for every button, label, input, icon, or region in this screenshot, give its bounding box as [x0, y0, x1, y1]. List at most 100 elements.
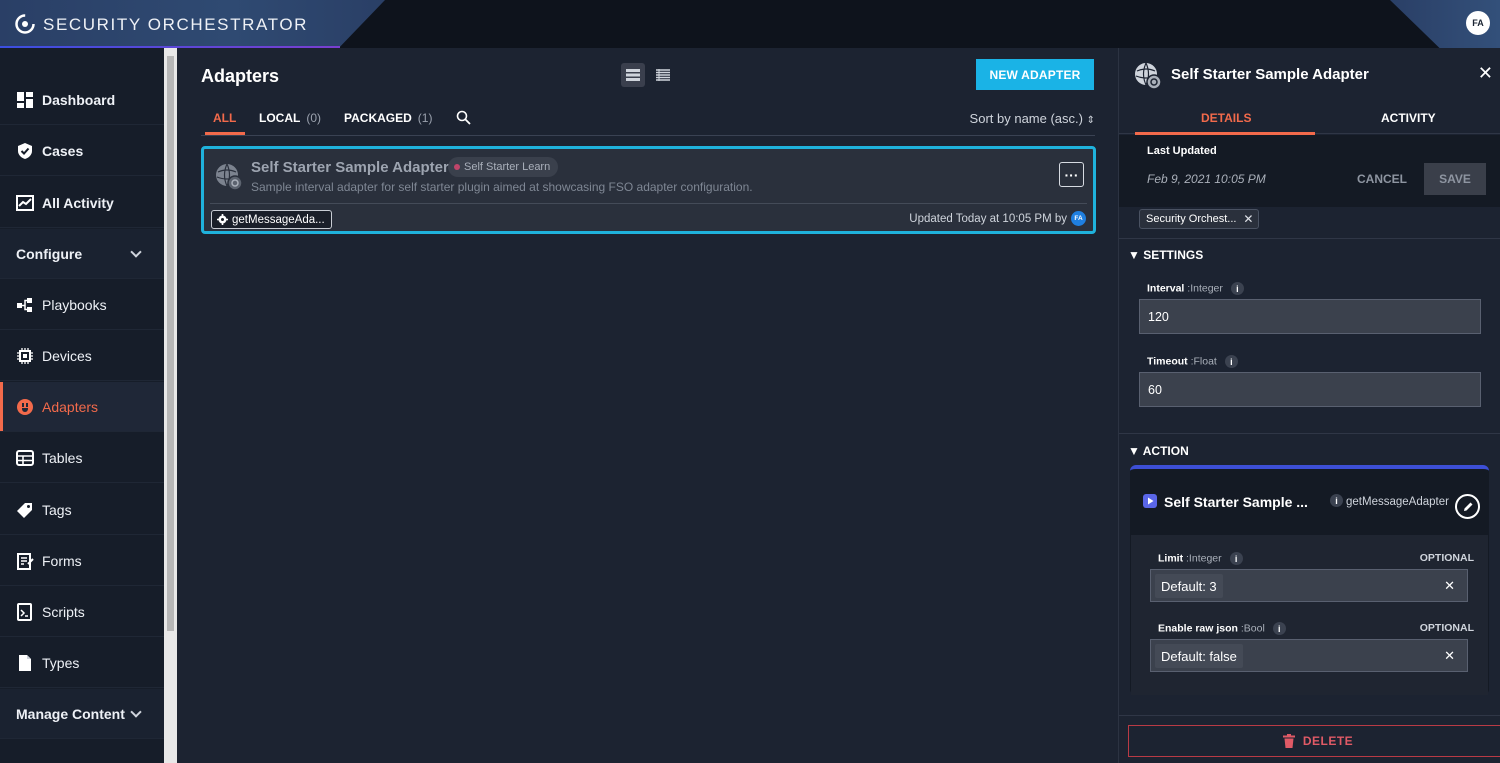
sidebar-item-label: Adapters — [42, 398, 99, 415]
sidebar-group-configure[interactable]: Configure — [0, 229, 164, 279]
sort-label: Sort by name (asc.) — [969, 111, 1083, 126]
enable-raw-json-type: :Bool — [1240, 622, 1265, 635]
interval-type: :Integer — [1187, 282, 1223, 295]
timeout-input[interactable]: 60 — [1139, 372, 1481, 407]
scrollbar-thumb[interactable] — [167, 56, 174, 631]
sidebar-item-label: Scripts — [42, 603, 85, 620]
adapter-description: Sample interval adapter for self starter… — [251, 180, 753, 194]
info-icon[interactable]: i — [1229, 552, 1243, 565]
close-icon[interactable]: ✕ — [1478, 64, 1493, 82]
clear-icon[interactable]: ✕ — [1444, 578, 1455, 594]
adapter-title[interactable]: Self Starter Sample Adapter — [251, 159, 449, 176]
tab-label: ALL — [213, 111, 237, 125]
trash-icon — [1282, 734, 1295, 748]
tab-local[interactable]: LOCAL (0) — [259, 111, 321, 125]
adapter-globe-icon — [1135, 62, 1162, 90]
section-divider — [1119, 715, 1500, 716]
info-icon[interactable]: i — [1230, 282, 1244, 295]
sort-dropdown[interactable]: Sort by name (asc.) ⇕ — [970, 111, 1095, 126]
adapter-globe-icon — [216, 163, 243, 191]
last-updated-value: Feb 9, 2021 10:05 PM — [1147, 172, 1266, 186]
list-view-button[interactable] — [621, 63, 645, 87]
tab-label: LOCAL — [259, 111, 301, 125]
action-chip-label: getMessageAda... — [232, 213, 325, 226]
logo-icon — [15, 14, 35, 34]
sidebar-item-all-activity[interactable]: All Activity — [0, 178, 164, 228]
card-divider — [210, 203, 1087, 204]
sidebar-item-forms[interactable]: Forms — [0, 536, 164, 586]
gear-icon — [217, 214, 228, 225]
interval-label: Interval :Integer i — [1147, 282, 1244, 295]
panel-tabs: DETAILS ACTIVITY — [1119, 104, 1500, 135]
plugin-tag: Self Starter Learn — [448, 157, 559, 177]
new-adapter-button[interactable]: NEW ADAPTER — [976, 59, 1094, 90]
enable-raw-json-name: Enable raw json — [1158, 622, 1238, 635]
sidebar-item-label: Dashboard — [42, 91, 116, 108]
sidebar-group-manage-content[interactable]: Manage Content — [0, 689, 164, 739]
edit-action-button[interactable] — [1455, 494, 1480, 519]
info-icon[interactable]: i — [1224, 355, 1238, 368]
pencil-icon — [1463, 502, 1472, 511]
timeout-type: :Float — [1190, 355, 1217, 368]
document-icon — [19, 654, 31, 671]
limit-name: Limit — [1158, 552, 1184, 565]
optional-badge: OPTIONAL — [1419, 552, 1474, 564]
view-toggle — [621, 63, 675, 87]
main-content: Adapters NEW ADAPTER ALL LOCAL (0) PACKAG… — [177, 48, 1118, 763]
dashboard-icon — [17, 91, 33, 108]
limit-label: Limit :Integer i — [1158, 552, 1243, 565]
sidebar-item-tables[interactable]: Tables — [0, 433, 164, 483]
sidebar-item-adapters[interactable]: Adapters — [0, 382, 164, 432]
remove-chip-icon[interactable]: ✕ — [1243, 212, 1253, 226]
info-icon[interactable]: i — [1272, 622, 1286, 635]
activity-chart-icon — [16, 194, 34, 211]
adapter-plug-icon — [17, 398, 33, 415]
cancel-button[interactable]: CANCEL — [1357, 172, 1407, 186]
sidebar-group-label: Configure — [16, 245, 83, 262]
sort-arrows-icon: ⇕ — [1086, 115, 1095, 126]
tab-activity[interactable]: ACTIVITY — [1381, 111, 1436, 125]
table-icon — [16, 449, 34, 466]
shield-check-icon — [18, 142, 32, 159]
search-icon[interactable] — [456, 110, 471, 125]
settings-section-toggle[interactable]: ▼ SETTINGS — [1128, 248, 1203, 262]
sidebar-scrollbar[interactable] — [164, 48, 177, 763]
interval-input[interactable]: 120 — [1139, 299, 1481, 334]
chip-label: Security Orchest... — [1146, 213, 1237, 225]
tab-count: (0) — [306, 111, 321, 125]
more-options-button[interactable]: ··· — [1059, 162, 1084, 187]
sidebar-item-tags[interactable]: Tags — [0, 485, 164, 535]
sidebar-item-label: Tables — [42, 449, 83, 466]
action-card: Self Starter Sample ... i getMessageAdap… — [1130, 465, 1489, 695]
sidebar-item-devices[interactable]: Devices — [0, 331, 164, 381]
delete-label: DELETE — [1302, 734, 1354, 748]
enable-raw-json-input[interactable]: Default: false ✕ — [1150, 639, 1468, 672]
action-params: Limit :Integer i OPTIONAL Default: 3 ✕ En… — [1131, 535, 1488, 695]
playbook-icon — [17, 297, 32, 312]
chip-icon — [17, 347, 33, 364]
panel-title: Self Starter Sample Adapter — [1171, 66, 1369, 83]
info-icon[interactable]: i — [1330, 494, 1343, 507]
clear-icon[interactable]: ✕ — [1444, 648, 1455, 664]
tab-packaged[interactable]: PACKAGED (1) — [344, 111, 432, 125]
sidebar-item-scripts[interactable]: Scripts — [0, 587, 164, 637]
limit-input[interactable]: Default: 3 ✕ — [1150, 569, 1468, 602]
save-button[interactable]: SAVE — [1424, 163, 1486, 195]
tab-all[interactable]: ALL — [213, 111, 236, 125]
security-orchestrator-chip[interactable]: Security Orchest... ✕ — [1139, 209, 1260, 229]
sidebar-item-cases[interactable]: Cases — [0, 126, 164, 176]
list-view-icon — [626, 69, 640, 81]
tab-details[interactable]: DETAILS — [1201, 111, 1251, 125]
sidebar-item-dashboard[interactable]: Dashboard — [0, 75, 164, 125]
delete-button[interactable]: DELETE — [1128, 725, 1500, 757]
sidebar-item-types[interactable]: Types — [0, 638, 164, 688]
chevron-down-icon — [130, 706, 142, 718]
compact-view-button[interactable] — [651, 63, 675, 87]
action-chip[interactable]: getMessageAda... — [211, 210, 332, 229]
sidebar-item-playbooks[interactable]: Playbooks — [0, 280, 164, 330]
action-section-toggle[interactable]: ▼ ACTION — [1128, 444, 1189, 458]
adapter-card[interactable]: Self Starter Sample Adapter Self Starter… — [201, 146, 1096, 234]
panel-header: Self Starter Sample Adapter ✕ — [1119, 48, 1500, 98]
compact-list-icon — [656, 69, 670, 81]
user-avatar[interactable]: FA — [1466, 11, 1490, 35]
